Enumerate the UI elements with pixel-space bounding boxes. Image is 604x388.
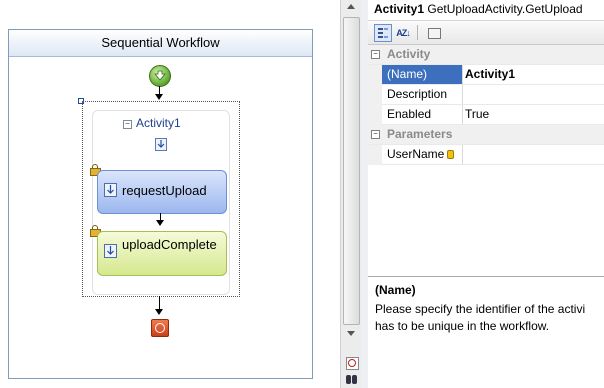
toolbar-separator [417, 25, 418, 40]
properties-object-selector[interactable]: Activity1 GetUploadActivity.GetUpload [368, 0, 604, 20]
sequence-activity-label: Activity1 [136, 116, 181, 130]
category-label: Activity [387, 47, 431, 61]
sequence-activity[interactable]: − Activity1 requestUpload uploadComplete [82, 101, 240, 297]
property-name: Description [387, 87, 448, 101]
parameter-icon [447, 150, 455, 159]
property-value[interactable]: Activity1 [465, 67, 515, 81]
connector-arrow [156, 220, 164, 226]
alphabetical-sort-button[interactable]: AZ↓ [394, 24, 412, 42]
property-value[interactable]: True [465, 107, 489, 121]
category-label: Parameters [387, 127, 453, 141]
zoom-icon[interactable] [346, 357, 359, 370]
activity-label: requestUpload [122, 183, 207, 198]
designer-vertical-scrollbar[interactable] [340, 0, 362, 388]
activity-icon [104, 183, 117, 197]
collapse-icon[interactable]: − [371, 50, 380, 59]
property-row-name[interactable]: (Name) Activity1 [368, 65, 604, 85]
property-pages-icon[interactable] [425, 24, 443, 42]
property-name: Enabled [387, 107, 432, 121]
activity-label: uploadComplete [122, 237, 217, 252]
property-name: (Name) [387, 67, 428, 81]
categorized-icon[interactable] [374, 24, 392, 42]
activity-upload-complete[interactable]: uploadComplete [97, 231, 227, 276]
object-name: Activity1 [374, 2, 425, 16]
property-row-description[interactable]: Description [368, 85, 604, 105]
collapse-icon[interactable]: − [123, 120, 132, 129]
workflow-designer[interactable]: Sequential Workflow − Activity1 requestUp… [0, 0, 340, 388]
description-title: (Name) [375, 283, 416, 297]
sequential-workflow[interactable]: Sequential Workflow − Activity1 requestUp… [8, 29, 313, 379]
category-parameters[interactable]: − Parameters [368, 125, 604, 145]
activity-type-icon [155, 138, 167, 151]
activity-icon [104, 244, 117, 258]
start-arrow-icon[interactable] [149, 65, 171, 87]
pan-binoculars-icon[interactable] [345, 375, 358, 385]
property-row-enabled[interactable]: Enabled True [368, 105, 604, 125]
scrollbar-thumb[interactable] [343, 17, 360, 325]
collapse-icon[interactable]: − [371, 130, 380, 139]
activity-request-upload[interactable]: requestUpload [97, 170, 227, 214]
property-description-pane: (Name) Please specify the identifier of … [368, 276, 604, 388]
sequence-activity-title[interactable]: − Activity1 [123, 116, 181, 130]
description-text: Please specify the identifier of the act… [375, 302, 586, 333]
property-row-username[interactable]: UserName [368, 145, 604, 165]
scroll-up-icon[interactable] [347, 4, 355, 9]
scroll-down-icon[interactable] [347, 331, 355, 336]
connector-arrow [155, 309, 163, 315]
connector-line [159, 296, 160, 310]
properties-toolbar: AZ↓ [368, 20, 604, 45]
workflow-title: Sequential Workflow [9, 30, 312, 57]
category-activity[interactable]: − Activity [368, 45, 604, 65]
connector-arrow [155, 94, 163, 100]
object-type: GetUploadActivity.GetUpload [427, 2, 583, 16]
properties-window: Activity1 GetUploadActivity.GetUpload AZ… [368, 0, 604, 388]
property-name: UserName [387, 147, 455, 161]
stop-icon[interactable] [151, 319, 169, 337]
